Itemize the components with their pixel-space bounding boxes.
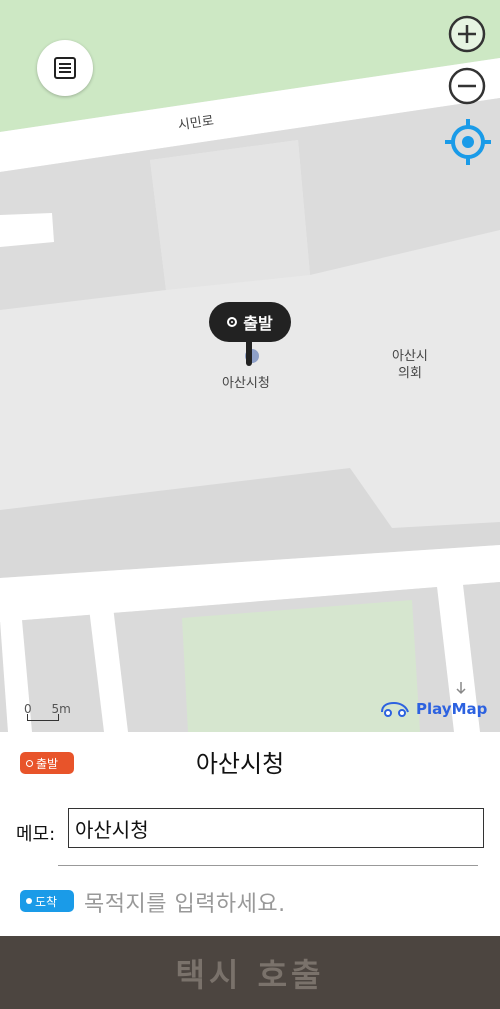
poi-label-council[interactable]: 아산시 의회 (392, 348, 428, 382)
car-icon (381, 701, 409, 717)
minus-icon (448, 67, 486, 105)
memo-input[interactable] (68, 808, 484, 848)
scale-bar (27, 714, 59, 721)
call-taxi-button[interactable]: 택시 호출 (0, 936, 500, 1009)
start-pin-stem (246, 340, 252, 366)
plus-icon (448, 15, 486, 53)
provider-name: PlayMap (416, 700, 488, 718)
my-location-button[interactable] (443, 117, 493, 167)
destination-input[interactable]: 목적지를 입력하세요. (84, 886, 286, 918)
destination-badge-label: 도착 (35, 894, 58, 909)
divider (58, 865, 478, 866)
start-pin[interactable]: 출발 (209, 302, 291, 342)
destination-badge: 도착 (20, 890, 74, 912)
poi-label-council-line2: 의회 (397, 366, 422, 381)
playmap-logo: PlayMap (380, 700, 487, 718)
map-view[interactable]: 시민로 아산시청 아산시 의회 출발 0 5m PlayMap (0, 0, 500, 732)
target-icon (227, 317, 238, 327)
route-panel: 출발 아산시청 메모: 도착 목적지를 입력하세요. (0, 732, 500, 936)
start-pin-label: 출발 (243, 314, 273, 333)
start-location-name[interactable]: 아산시청 (0, 744, 480, 779)
zoom-in-button[interactable] (447, 14, 487, 54)
poi-label-cityhall[interactable]: 아산시청 (222, 375, 270, 392)
menu-button[interactable] (37, 40, 93, 96)
crosshair-icon (445, 119, 491, 165)
zoom-out-button[interactable] (447, 66, 487, 106)
list-icon (54, 57, 76, 79)
dest-dot-icon (26, 898, 32, 904)
poi-label-council-line1: 아산시 (392, 349, 428, 364)
memo-label: 메모: (16, 824, 56, 845)
